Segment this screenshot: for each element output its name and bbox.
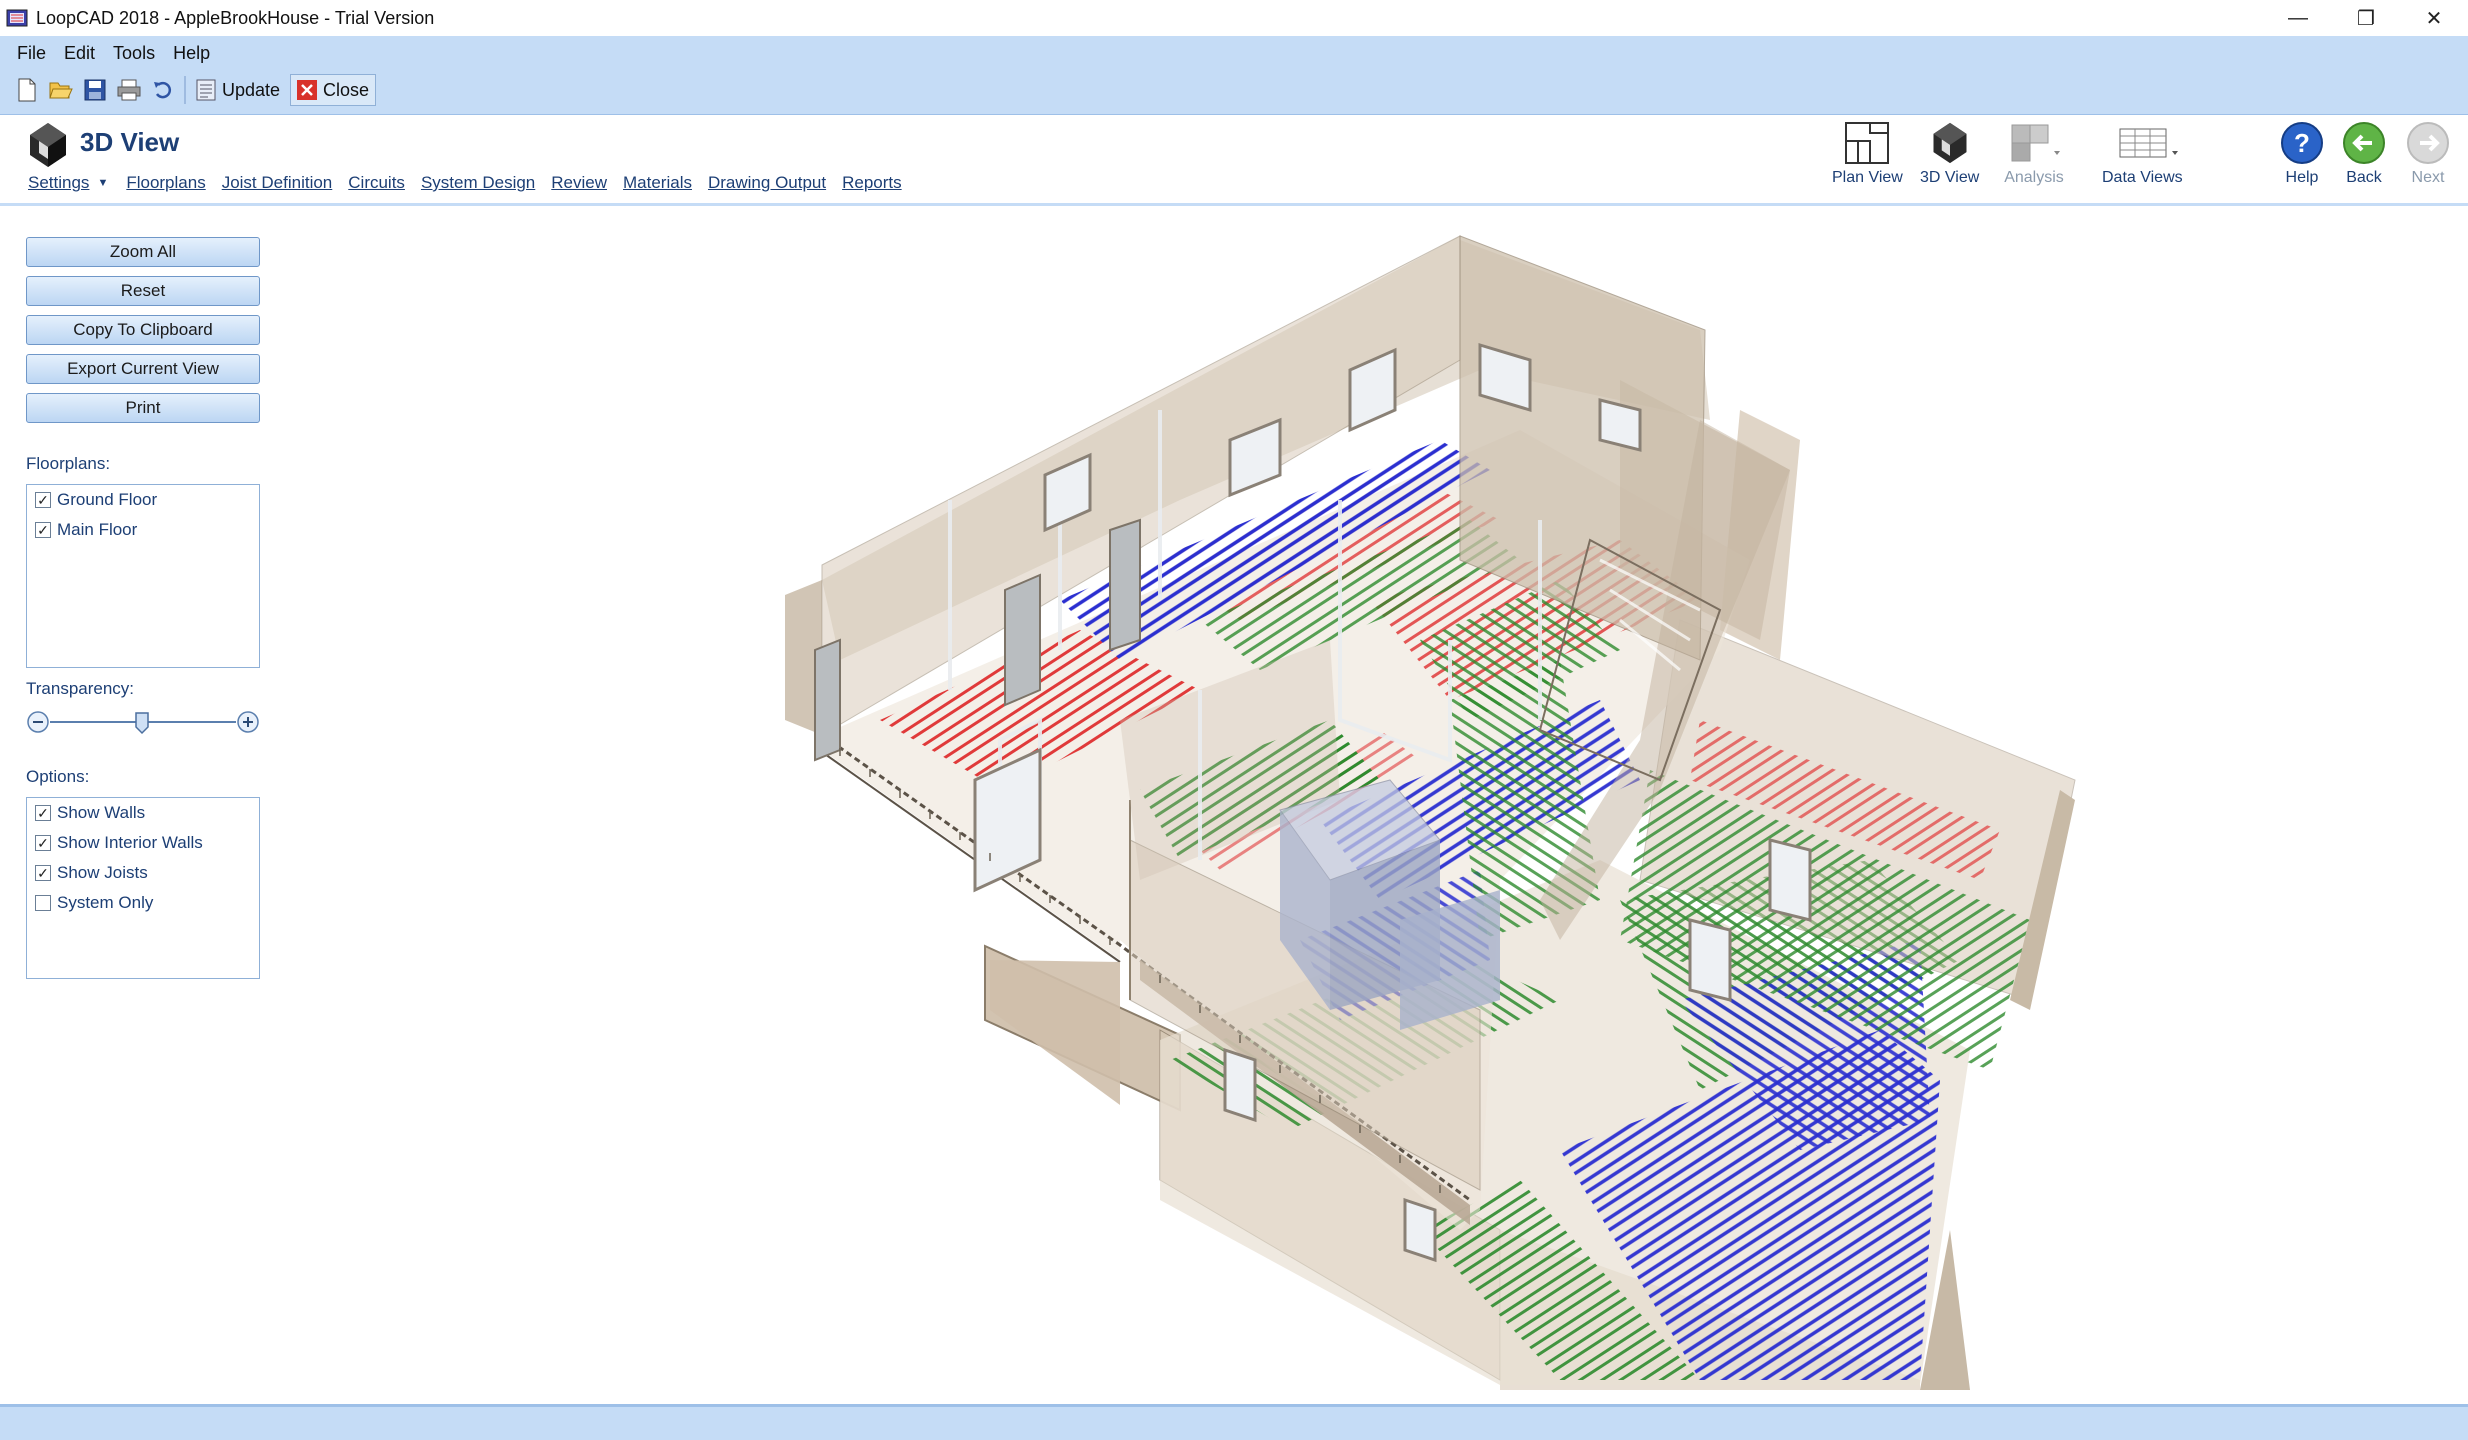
data-views-button[interactable]: Data Views bbox=[2102, 121, 2183, 187]
print-icon[interactable] bbox=[112, 74, 146, 106]
workflow-links: Settings ▼ Floorplans Joist Definition C… bbox=[28, 173, 918, 193]
plan-view-icon bbox=[1845, 122, 1890, 164]
navigation-header: 3D View Settings ▼ Floorplans Joist Defi… bbox=[0, 114, 2468, 206]
back-arrow-icon bbox=[2343, 122, 2385, 164]
nav-link-joist-definition[interactable]: Joist Definition bbox=[222, 173, 333, 193]
close-window-button[interactable]: ✕ bbox=[2400, 0, 2468, 36]
floorplan-label: Ground Floor bbox=[57, 490, 158, 509]
floorplan-item[interactable]: ✓ Ground Floor bbox=[27, 485, 259, 515]
close-icon bbox=[297, 80, 318, 100]
option-system-only[interactable]: System Only bbox=[27, 888, 259, 918]
nav-link-circuits[interactable]: Circuits bbox=[348, 173, 405, 193]
data-views-label: Data Views bbox=[2102, 169, 2183, 186]
update-button[interactable]: Update bbox=[190, 74, 286, 106]
update-icon bbox=[196, 79, 216, 101]
minimize-button[interactable]: — bbox=[2264, 0, 2332, 36]
save-icon[interactable] bbox=[78, 74, 112, 106]
next-label: Next bbox=[2411, 169, 2445, 186]
close-label: Close bbox=[323, 79, 370, 100]
transparency-slider[interactable] bbox=[26, 707, 260, 737]
menu-file[interactable]: File bbox=[8, 43, 55, 64]
restore-button[interactable]: ❐ bbox=[2332, 0, 2400, 36]
floorplan-item[interactable]: ✓ Main Floor bbox=[27, 515, 259, 545]
nav-link-drawing-output[interactable]: Drawing Output bbox=[708, 173, 826, 193]
floorplan-label: Main Floor bbox=[57, 520, 138, 539]
plan-view-button[interactable]: Plan View bbox=[1832, 121, 1903, 187]
left-panel: Zoom All Reset Copy To Clipboard Export … bbox=[0, 209, 270, 1404]
analysis-button[interactable]: Analysis bbox=[2004, 121, 2064, 187]
back-label: Back bbox=[2346, 169, 2382, 186]
floorplans-list: ✓ Ground Floor ✓ Main Floor bbox=[26, 484, 260, 668]
data-views-icon bbox=[2119, 128, 2179, 158]
reset-button[interactable]: Reset bbox=[26, 276, 260, 306]
floorplans-label: Floorplans: bbox=[26, 454, 111, 473]
window-title: LoopCAD 2018 - AppleBrookHouse - Trial V… bbox=[36, 7, 435, 28]
checkbox[interactable]: ✓ bbox=[35, 522, 51, 538]
option-label: System Only bbox=[57, 893, 154, 912]
next-arrow-icon bbox=[2407, 122, 2449, 164]
checkbox[interactable]: ✓ bbox=[35, 492, 51, 508]
zoom-all-button[interactable]: Zoom All bbox=[26, 237, 260, 267]
checkbox[interactable]: ✓ bbox=[35, 805, 51, 821]
page-title: 3D View bbox=[80, 127, 180, 157]
close-button[interactable]: Close bbox=[290, 74, 377, 106]
options-list: ✓ Show Walls ✓ Show Interior Walls ✓ Sho… bbox=[26, 797, 260, 979]
menu-tools[interactable]: Tools bbox=[104, 43, 164, 64]
print-button[interactable]: Print bbox=[26, 393, 260, 423]
help-label: Help bbox=[2285, 169, 2319, 186]
back-button[interactable]: Back bbox=[2342, 121, 2386, 187]
option-show-walls[interactable]: ✓ Show Walls bbox=[27, 798, 259, 828]
analysis-icon bbox=[2011, 124, 2060, 162]
toolbar: Update Close bbox=[0, 70, 2468, 110]
3d-view-button[interactable]: 3D View bbox=[1920, 121, 1979, 187]
option-label: Show Interior Walls bbox=[57, 833, 203, 852]
slider-thumb[interactable] bbox=[135, 712, 149, 735]
help-icon: ? bbox=[2281, 122, 2323, 164]
nav-link-reports[interactable]: Reports bbox=[842, 173, 902, 193]
title-bar: LoopCAD 2018 - AppleBrookHouse - Trial V… bbox=[0, 0, 2468, 36]
toolbar-separator bbox=[184, 76, 186, 104]
checkbox[interactable] bbox=[35, 895, 51, 911]
3d-view-icon bbox=[1933, 122, 1967, 164]
undo-icon[interactable] bbox=[146, 74, 180, 106]
house-3d-model[interactable] bbox=[274, 209, 2468, 1404]
help-button[interactable]: ? Help bbox=[2280, 121, 2324, 187]
transparency-label: Transparency: bbox=[26, 679, 135, 698]
open-folder-icon[interactable] bbox=[44, 74, 78, 106]
nav-link-materials[interactable]: Materials bbox=[623, 173, 692, 193]
option-label: Show Joists bbox=[57, 863, 148, 882]
option-show-joists[interactable]: ✓ Show Joists bbox=[27, 858, 259, 888]
option-label: Show Walls bbox=[57, 803, 146, 822]
new-file-icon[interactable] bbox=[10, 74, 44, 106]
svg-text:?: ? bbox=[2294, 128, 2310, 158]
export-current-view-button[interactable]: Export Current View bbox=[26, 354, 260, 384]
menu-help[interactable]: Help bbox=[164, 43, 219, 64]
nav-link-settings[interactable]: Settings bbox=[28, 173, 89, 193]
plan-view-label: Plan View bbox=[1832, 169, 1903, 186]
nav-link-review[interactable]: Review bbox=[551, 173, 607, 193]
nav-link-system-design[interactable]: System Design bbox=[421, 173, 535, 193]
menu-area: File Edit Tools Help Update Close bbox=[0, 36, 2468, 114]
loopcad-app-icon bbox=[6, 9, 28, 27]
status-bar bbox=[0, 1404, 2468, 1440]
analysis-label: Analysis bbox=[2004, 169, 2064, 186]
checkbox[interactable]: ✓ bbox=[35, 865, 51, 881]
3d-view-logo-icon bbox=[30, 123, 66, 167]
update-label: Update bbox=[222, 79, 281, 100]
options-label: Options: bbox=[26, 767, 90, 786]
copy-to-clipboard-button[interactable]: Copy To Clipboard bbox=[26, 315, 260, 345]
3d-view-label: 3D View bbox=[1920, 169, 1980, 186]
checkbox[interactable]: ✓ bbox=[35, 835, 51, 851]
menu-bar: File Edit Tools Help bbox=[0, 36, 2468, 70]
settings-dropdown-icon[interactable]: ▼ bbox=[97, 177, 108, 189]
nav-link-floorplans[interactable]: Floorplans bbox=[126, 173, 205, 193]
3d-viewport[interactable] bbox=[274, 209, 2468, 1404]
next-button[interactable]: Next bbox=[2406, 121, 2450, 187]
menu-edit[interactable]: Edit bbox=[55, 43, 104, 64]
option-show-interior-walls[interactable]: ✓ Show Interior Walls bbox=[27, 828, 259, 858]
